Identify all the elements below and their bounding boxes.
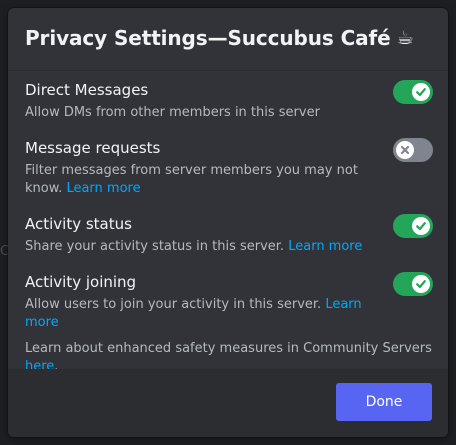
setting-description: Share your activity status in this serve…	[25, 238, 385, 256]
setting-description: Allow DMs from other members in this ser…	[25, 104, 385, 122]
toggle-knob	[412, 83, 430, 101]
privacy-settings-modal: Privacy Settings—Succubus Café ☕ Direct …	[8, 8, 448, 437]
learn-more-link[interactable]: Learn more	[288, 239, 362, 254]
setting-description-text: Allow users to join your activity in thi…	[25, 297, 322, 312]
setting-title: Message requests	[25, 139, 161, 157]
modal-title: Privacy Settings—Succubus Café	[25, 26, 391, 50]
setting-message-requests: Message requests Filter messages from se…	[25, 138, 433, 198]
learn-more-link[interactable]: Learn more	[66, 181, 140, 196]
checkmark-icon	[416, 88, 426, 97]
header-divider	[8, 70, 448, 71]
setting-description: Filter messages from server members you …	[25, 162, 385, 198]
done-button[interactable]: Done	[336, 383, 432, 421]
activity-status-toggle[interactable]	[393, 214, 433, 238]
safety-note-text: Learn about enhanced safety measures in …	[25, 341, 432, 356]
checkmark-icon	[416, 222, 426, 231]
setting-description: Allow users to join your activity in thi…	[25, 296, 385, 332]
setting-description-text: Allow DMs from other members in this ser…	[25, 105, 320, 120]
setting-title: Activity status	[25, 215, 132, 233]
setting-activity-status: Activity status Share your activity stat…	[25, 214, 433, 256]
coffee-emoji-icon: ☕	[396, 27, 414, 49]
setting-title: Direct Messages	[25, 81, 149, 99]
setting-description-text: Share your activity status in this serve…	[25, 239, 285, 254]
message-requests-toggle[interactable]	[393, 138, 433, 162]
toggle-knob	[412, 217, 430, 235]
toggle-knob	[396, 141, 414, 159]
setting-title: Activity joining	[25, 273, 137, 291]
modal-header: Privacy Settings—Succubus Café ☕	[25, 22, 432, 54]
direct-messages-toggle[interactable]	[393, 80, 433, 104]
modal-footer: Done	[8, 369, 448, 437]
x-icon	[400, 145, 410, 155]
toggle-knob	[412, 275, 430, 293]
checkmark-icon	[416, 280, 426, 289]
setting-activity-joining: Activity joining Allow users to join you…	[25, 272, 433, 332]
setting-direct-messages: Direct Messages Allow DMs from other mem…	[25, 80, 433, 122]
activity-joining-toggle[interactable]	[393, 272, 433, 296]
